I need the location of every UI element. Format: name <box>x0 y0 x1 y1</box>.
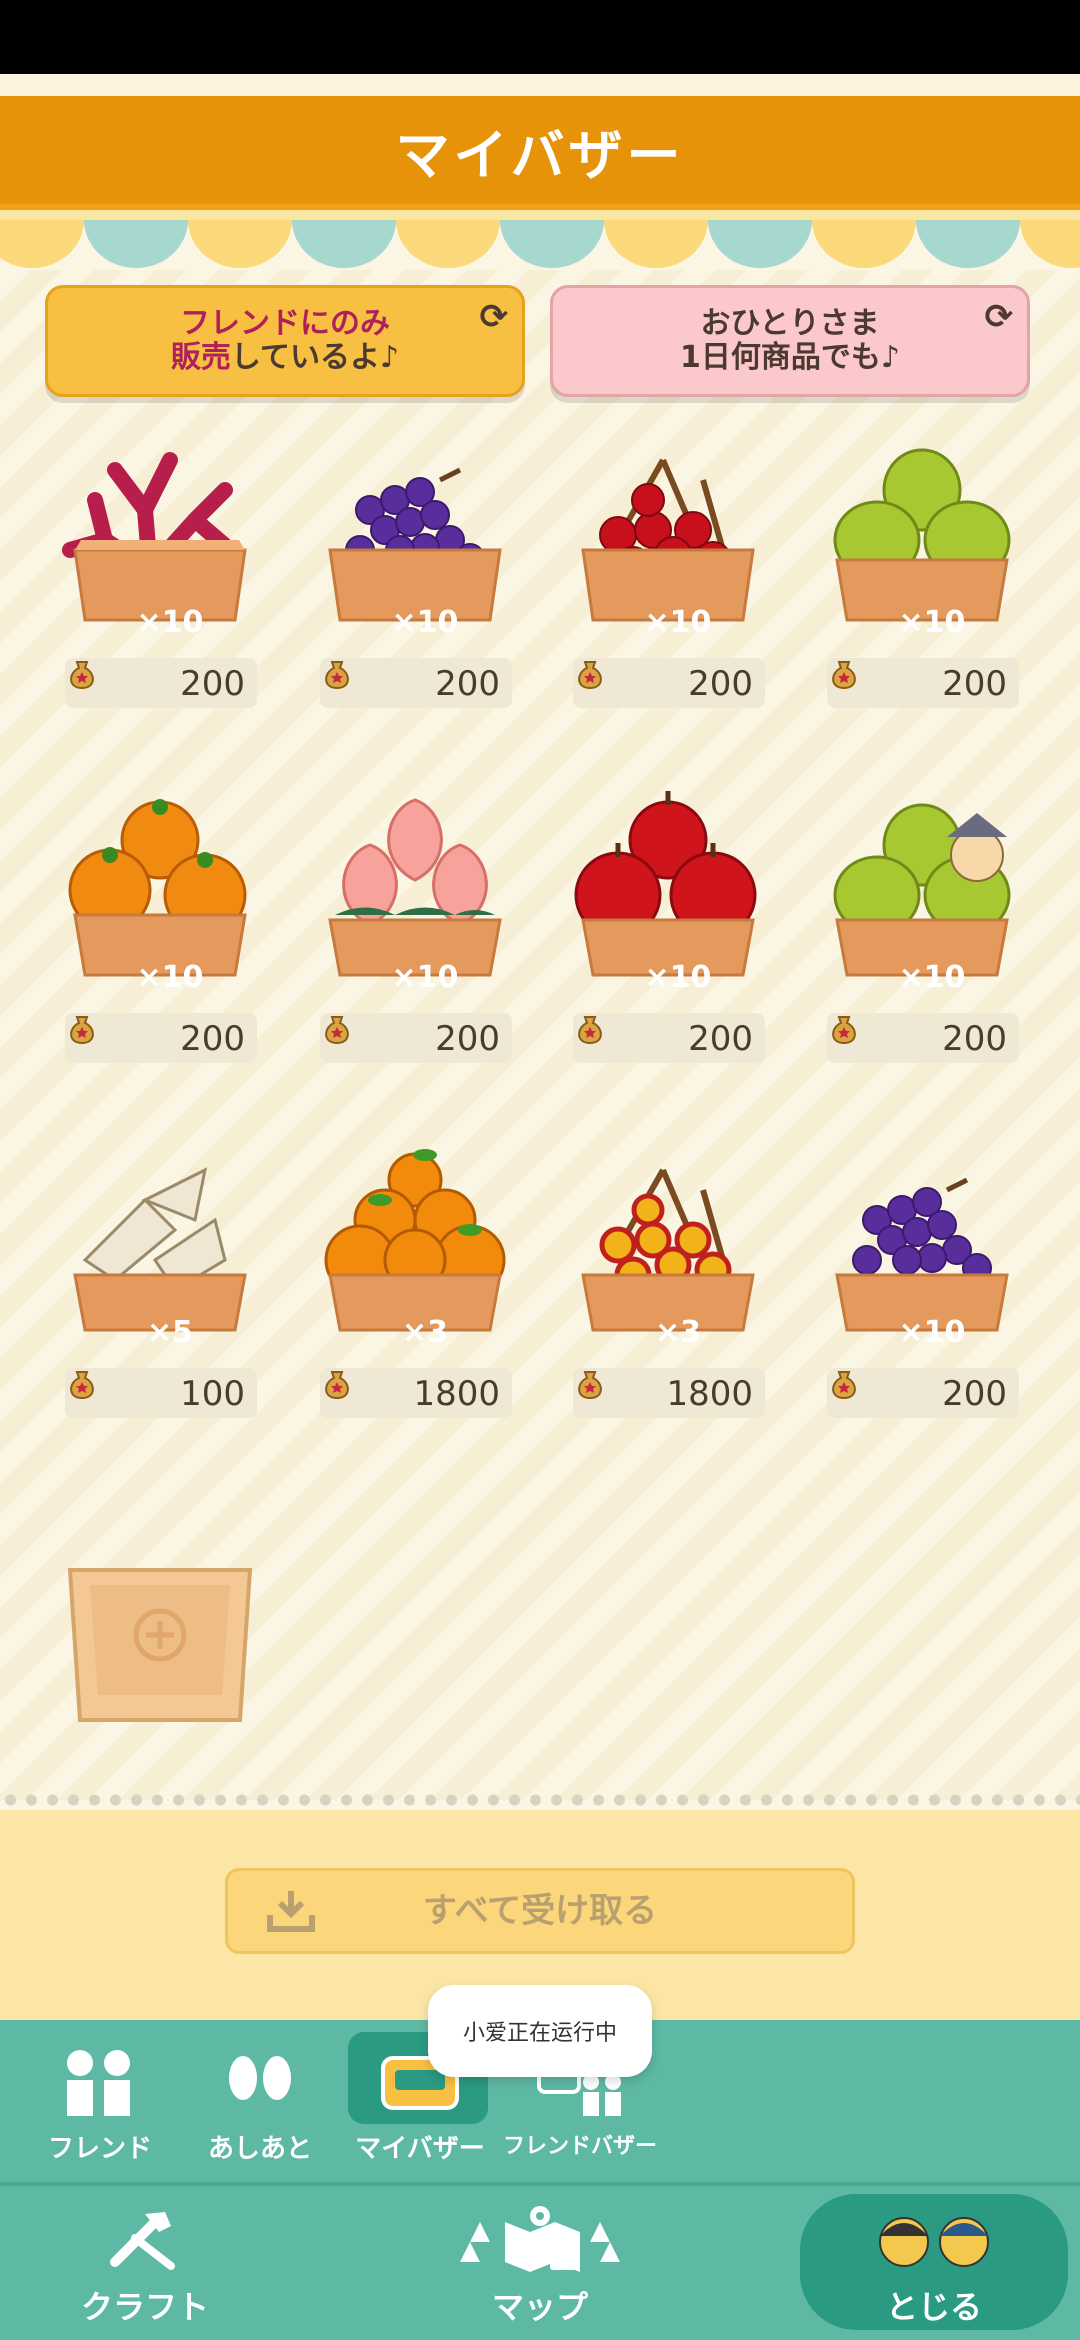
item-price: 200 <box>942 1019 1007 1059</box>
dotted-divider <box>0 1792 1080 1808</box>
bell-bag-icon <box>578 661 602 690</box>
price-tag: 200 <box>573 658 765 708</box>
price-tag: 100 <box>65 1368 257 1418</box>
footprints-icon <box>229 2056 291 2100</box>
price-tag: 200 <box>320 658 512 708</box>
item-quantity: ×10 <box>391 960 459 995</box>
item-quantity: ×10 <box>136 960 204 995</box>
close-button[interactable]: とじる <box>800 2194 1068 2330</box>
nav-map[interactable]: マップ <box>440 2186 640 2340</box>
subnav-item-footprints[interactable]: あしあと <box>185 2020 335 2182</box>
item-slot-oranges[interactable]: ×10 200 <box>55 785 265 1085</box>
item-quantity: ×10 <box>391 605 459 640</box>
bell-bag-icon <box>325 661 349 690</box>
item-quantity: ×10 <box>136 605 204 640</box>
item-quantity: ×10 <box>898 1315 966 1350</box>
bell-bag-icon <box>832 1016 856 1045</box>
nav-map-label: マップ <box>491 2288 588 2326</box>
item-price: 200 <box>688 664 753 704</box>
bell-bag-icon <box>70 1371 94 1400</box>
price-tag: 200 <box>320 1013 512 1063</box>
price-tag: 200 <box>573 1013 765 1063</box>
bell-bag-icon <box>832 661 856 690</box>
item-quantity: ×10 <box>898 605 966 640</box>
toast-message: 小爱正在运行中 <box>428 1985 652 2077</box>
awning-decoration <box>0 210 1080 268</box>
item-price: 100 <box>180 1374 245 1414</box>
bell-bag-icon <box>578 1371 602 1400</box>
collect-all-button[interactable]: すべて受け取る <box>225 1868 855 1954</box>
nav-craft-label: クラフト <box>80 2288 209 2326</box>
friends-icon <box>67 2050 130 2116</box>
bell-bag-icon <box>325 1016 349 1045</box>
add-item-slot[interactable] <box>60 1560 260 1730</box>
close-label: とじる <box>885 2288 982 2326</box>
nav-craft[interactable]: クラフト <box>60 2186 230 2340</box>
price-tag: 200 <box>65 1013 257 1063</box>
price-tag: 200 <box>827 1013 1019 1063</box>
craft-tools-icon <box>110 2212 175 2270</box>
tab-friends-line2: しているよ♪ <box>230 340 400 375</box>
map-icon <box>460 2206 620 2272</box>
item-slot-grapes-2[interactable]: ×10 200 <box>817 1140 1027 1440</box>
item-quantity: ×10 <box>644 605 712 640</box>
bell-bag-icon <box>70 1016 94 1045</box>
bottom-navigation: クラフト マップ とじる <box>0 2186 1080 2340</box>
refresh-icon[interactable]: ⟳ <box>480 300 509 334</box>
item-slot-shells[interactable]: ×5 100 <box>55 1140 265 1440</box>
item-slot-apples[interactable]: ×10 200 <box>563 785 773 1085</box>
item-slot-coral[interactable]: ×10 200 <box>55 430 265 730</box>
item-slot-special-cherries[interactable]: ×3 1800 <box>563 1140 773 1440</box>
item-price: 200 <box>435 1019 500 1059</box>
bell-bag-icon <box>325 1371 349 1400</box>
bell-bag-icon <box>578 1016 602 1045</box>
item-slot-pears[interactable]: ×10 200 <box>817 430 1027 730</box>
collect-all-label: すべて受け取る <box>422 1891 658 1931</box>
tab-solo[interactable]: おひとりさま 1日何商品でも♪ ⟳ <box>550 285 1030 397</box>
subnav-item-friend[interactable]: フレンド <box>25 2020 175 2182</box>
item-price: 200 <box>942 1374 1007 1414</box>
item-price: 200 <box>180 664 245 704</box>
item-quantity: ×10 <box>644 960 712 995</box>
item-quantity: ×3 <box>401 1315 448 1350</box>
refresh-icon[interactable]: ⟳ <box>985 300 1014 334</box>
visitor-avatar-icon <box>947 813 1007 882</box>
item-price: 200 <box>180 1019 245 1059</box>
item-price: 200 <box>435 664 500 704</box>
item-price: 200 <box>688 1019 753 1059</box>
subnav-label: フレンド <box>47 2134 152 2164</box>
status-bar <box>0 0 1080 74</box>
price-tag: 1800 <box>573 1368 765 1418</box>
price-tag: 1800 <box>320 1368 512 1418</box>
subnav-label: マイバザー <box>355 2134 485 2164</box>
tab-friends-line1: フレンドにのみ <box>180 306 390 341</box>
item-slot-peaches[interactable]: ×10 200 <box>310 785 520 1085</box>
bell-bag-icon <box>832 1371 856 1400</box>
item-price: 1800 <box>413 1374 500 1414</box>
item-slot-special-oranges[interactable]: ×3 1800 <box>310 1140 520 1440</box>
item-quantity: ×10 <box>898 960 966 995</box>
tab-solo-line2: 1日何商品でも♪ <box>679 340 901 375</box>
subnav-label: あしあと <box>207 2134 312 2164</box>
villagers-icon <box>879 2217 989 2267</box>
price-tag: 200 <box>65 658 257 708</box>
subnav-label: フレンドバザー <box>502 2134 657 2159</box>
page-title: マイバザー <box>395 123 685 187</box>
header: マイバザー <box>0 96 1080 210</box>
tab-friends-line2-highlight: 販売 <box>170 340 231 375</box>
item-price: 1800 <box>666 1374 753 1414</box>
item-price: 200 <box>942 664 1007 704</box>
price-tag: 200 <box>827 1368 1019 1418</box>
item-slot-grapes[interactable]: ×10 200 <box>310 430 520 730</box>
top-band <box>0 74 1080 96</box>
price-tag: 200 <box>827 658 1019 708</box>
item-slot-cherries[interactable]: ×10 200 <box>563 430 773 730</box>
tab-solo-line1: おひとりさま <box>700 306 880 341</box>
item-slot-pears-2[interactable]: ×10 200 <box>817 785 1027 1085</box>
item-quantity: ×5 <box>146 1315 193 1350</box>
item-quantity: ×3 <box>654 1315 701 1350</box>
tab-friends-only[interactable]: フレンドにのみ 販売しているよ♪ ⟳ <box>45 285 525 397</box>
bell-bag-icon <box>70 661 94 690</box>
